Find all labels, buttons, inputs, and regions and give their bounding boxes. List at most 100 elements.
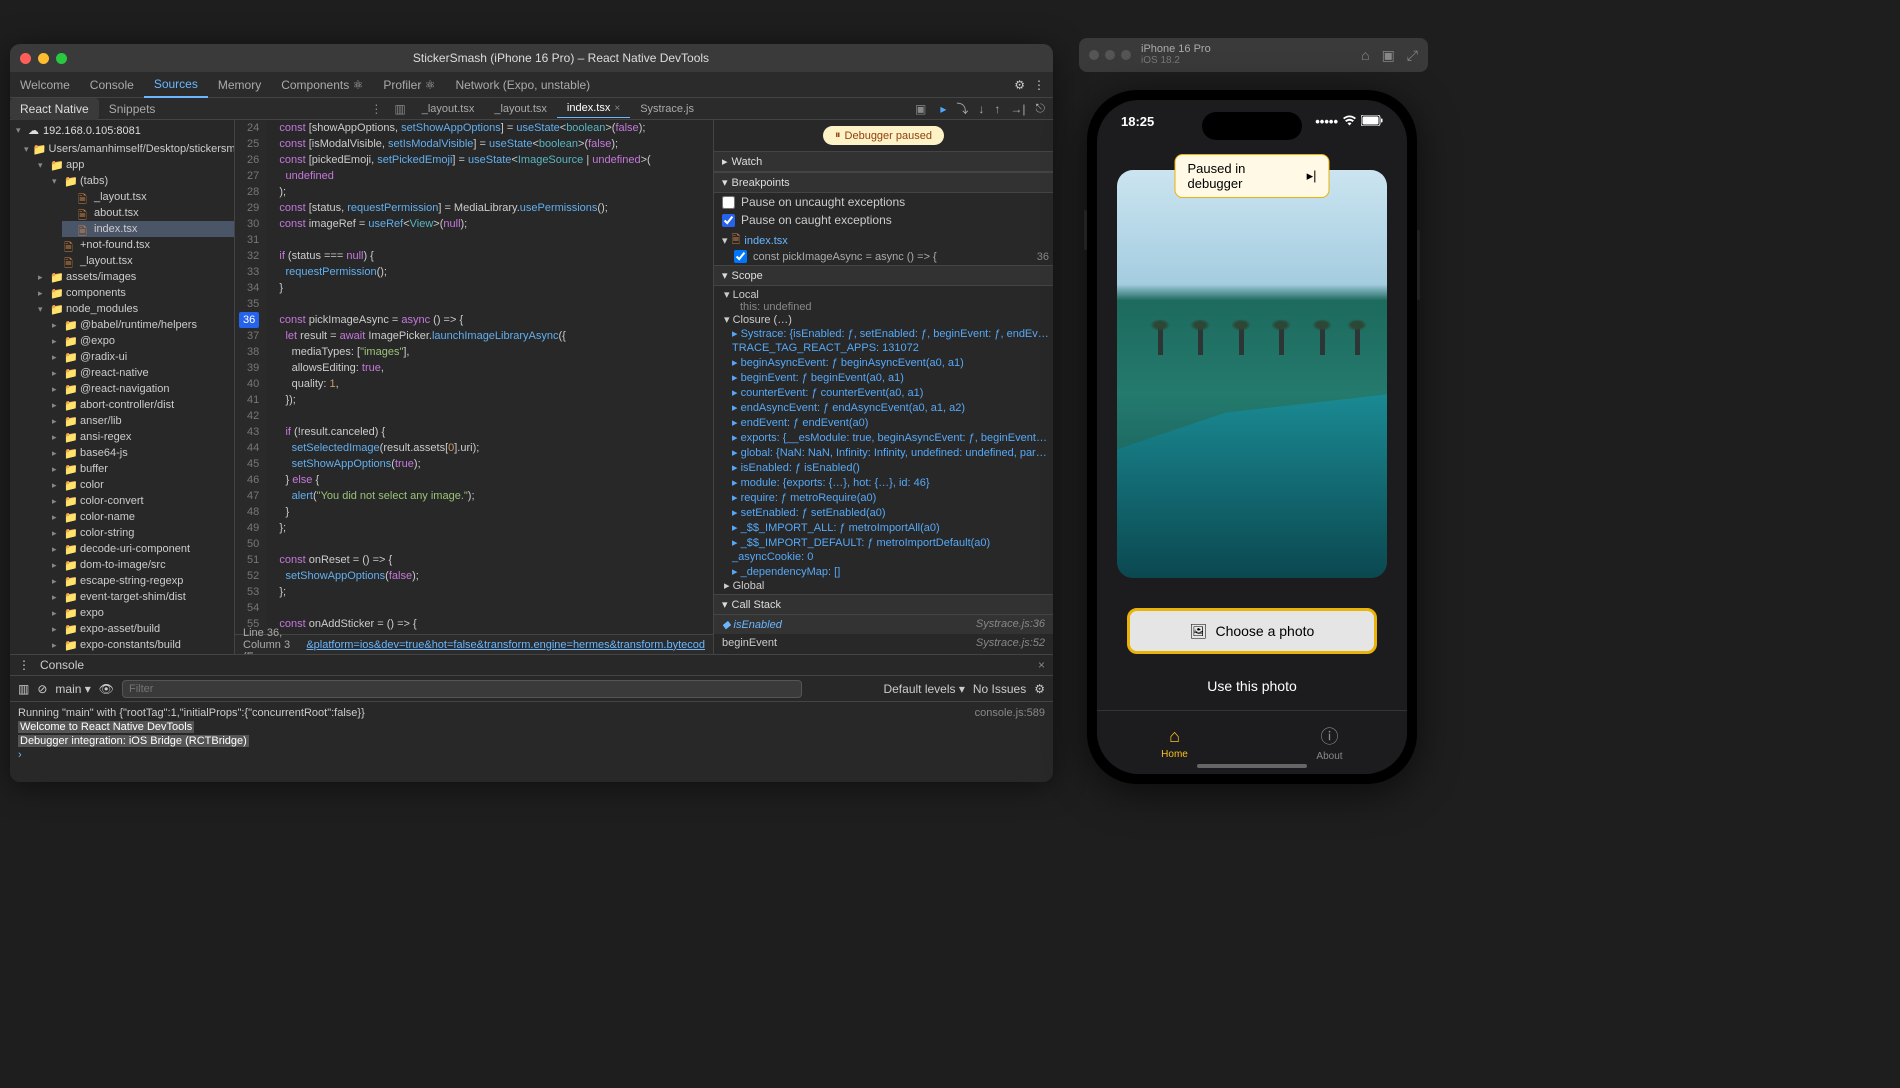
step-into-icon[interactable]: ↓ (978, 102, 984, 116)
scope-variable[interactable]: ▸ _$$_IMPORT_ALL: ƒ metroImportAll(a0) (718, 520, 1049, 535)
file-item[interactable]: about.tsx (94, 207, 139, 219)
line-gutter[interactable]: 2425262728293031323334353637383940414243… (235, 120, 267, 634)
kebab-icon[interactable]: ⋮ (18, 658, 30, 672)
tab-sources[interactable]: Sources (144, 72, 208, 98)
clear-console-icon[interactable]: ⊘ (37, 682, 47, 696)
file-item[interactable]: _layout.tsx (94, 191, 147, 203)
resume-icon[interactable]: ▸ (940, 102, 946, 116)
folder-item[interactable]: ▸📁expo (48, 605, 234, 621)
home-indicator[interactable] (1197, 764, 1307, 768)
scope-variable[interactable]: ▸ endEvent: ƒ endEvent(a0) (718, 415, 1049, 430)
folder-item[interactable]: ▸📁expo-constants/build (48, 637, 234, 653)
log-levels-dropdown[interactable]: Default levels ▾ (883, 682, 964, 696)
tab-welcome[interactable]: Welcome (10, 73, 80, 97)
kebab-icon[interactable]: ⋮ (1033, 78, 1045, 92)
close-icon[interactable]: × (1038, 658, 1045, 672)
eye-icon[interactable]: 👁 (99, 682, 114, 696)
folder-item[interactable]: ▸📁abort-controller/dist (48, 397, 234, 413)
tab-profiler[interactable]: Profiler ⚛ (373, 73, 445, 97)
folder-item[interactable]: node_modules (66, 303, 138, 315)
resume-icon[interactable]: ▸| (1307, 168, 1317, 184)
subtab-snippets[interactable]: Snippets (99, 98, 166, 120)
folder-item[interactable]: ▸📁color (48, 477, 234, 493)
scope-local[interactable]: Local (733, 289, 759, 301)
scope-variable[interactable]: ▸ Systrace: {isEnabled: ƒ, setEnabled: ƒ… (718, 326, 1049, 341)
window-controls[interactable] (20, 53, 67, 64)
screenshot-icon[interactable]: ▣ (1382, 47, 1395, 64)
scope-global[interactable]: Global (733, 580, 765, 592)
folder-item[interactable]: ▸📁color-convert (48, 493, 234, 509)
scope-variable[interactable]: ▸ counterEvent: ƒ counterEvent(a0, a1) (718, 385, 1049, 400)
subtab-react-native[interactable]: React Native (10, 98, 99, 120)
folder-item[interactable]: ▸📁expo-asset/build (48, 621, 234, 637)
editor-tab-layout2[interactable]: _layout.tsx (484, 100, 557, 118)
folder-item[interactable]: assets/images (66, 271, 136, 283)
editor-tab-index[interactable]: index.tsx× (557, 99, 630, 118)
section-callstack[interactable]: ▾Call Stack (714, 594, 1053, 615)
use-photo-button[interactable]: Use this photo (1097, 678, 1407, 694)
section-scope[interactable]: ▾Scope (714, 265, 1053, 286)
folder-item[interactable]: ▸📁@radix-ui (48, 349, 234, 365)
folder-project[interactable]: Users/amanhimself/Desktop/stickersmash (49, 143, 235, 155)
scope-variable[interactable]: ▸ beginAsyncEvent: ƒ beginAsyncEvent(a0,… (718, 355, 1049, 370)
folder-item[interactable]: ▸📁@expo (48, 333, 234, 349)
code-body[interactable]: const [showAppOptions, setShowAppOptions… (267, 120, 713, 634)
scope-variable[interactable]: ▸ endAsyncEvent: ƒ endAsyncEvent(a0, a1,… (718, 400, 1049, 415)
folder-item[interactable]: ▸📁ansi-regex (48, 429, 234, 445)
minimize-icon[interactable] (38, 53, 49, 64)
scope-variable[interactable]: ▸ setEnabled: ƒ setEnabled(a0) (718, 505, 1049, 520)
pause-caught-checkbox[interactable]: Pause on caught exceptions (714, 211, 1053, 229)
scope-variable[interactable]: ▸ _$$_IMPORT_DEFAULT: ƒ metroImportDefau… (718, 535, 1049, 550)
editor-tab-layout1[interactable]: _layout.tsx (412, 100, 485, 118)
context-selector[interactable]: main ▾ (55, 682, 90, 696)
folder-tabs[interactable]: (tabs) (80, 175, 108, 187)
step-out-icon[interactable]: ↑ (994, 102, 1000, 116)
tab-console[interactable]: Console (80, 73, 144, 97)
bp-file[interactable]: index.tsx (744, 235, 787, 247)
scope-closure[interactable]: Closure (…) (733, 314, 792, 326)
folder-item[interactable]: ▸📁anser/lib (48, 413, 234, 429)
gear-icon[interactable]: ⚙ (1034, 682, 1045, 696)
tab-memory[interactable]: Memory (208, 73, 271, 97)
folder-item[interactable]: ▸📁@babel/runtime/helpers (48, 317, 234, 333)
expand-icon[interactable]: ⤢ (1407, 47, 1418, 64)
step-over-icon[interactable]: ⤵ (956, 100, 968, 117)
source-link[interactable]: &platform=ios&dev=true&hot=false&transfo… (306, 639, 705, 651)
console-output[interactable]: Running "main" with {"rootTag":1,"initia… (10, 702, 1053, 782)
folder-item[interactable]: ▸📁color-name (48, 509, 234, 525)
scope-variable[interactable]: ▸ beginEvent: ƒ beginEvent(a0, a1) (718, 370, 1049, 385)
scope-variable[interactable]: ▸ exports: {__esModule: true, beginAsync… (718, 430, 1049, 445)
section-breakpoints[interactable]: ▾Breakpoints (714, 172, 1053, 193)
close-icon[interactable]: × (614, 103, 620, 114)
gear-icon[interactable]: ⚙ (1014, 78, 1025, 92)
show-navigator-icon[interactable]: ▥ (388, 102, 411, 116)
folder-item[interactable]: ▸📁escape-string-regexp (48, 573, 234, 589)
code-editor[interactable]: 2425262728293031323334353637383940414243… (235, 120, 713, 654)
folder-item[interactable]: components (66, 287, 126, 299)
scope-variable[interactable]: ▸ global: {NaN: NaN, Infinity: Infinity,… (718, 445, 1049, 460)
toggle-pane-icon[interactable]: ▣ (909, 102, 932, 116)
folder-item[interactable]: ▸📁dom-to-image/src (48, 557, 234, 573)
folder-item[interactable]: ▸📁@react-navigation (48, 381, 234, 397)
filter-input[interactable] (122, 680, 802, 698)
scope-variable[interactable]: ▸ module: {exports: {…}, hot: {…}, id: 4… (718, 475, 1049, 490)
folder-item[interactable]: ▸📁decode-uri-component (48, 541, 234, 557)
section-watch[interactable]: ▸Watch (714, 151, 1053, 172)
folder-item[interactable]: ▸📁event-target-shim/dist (48, 589, 234, 605)
scope-variable[interactable]: ▸ _dependencyMap: [] (718, 564, 1049, 579)
sidebar-toggle-icon[interactable]: ▥ (18, 682, 29, 696)
folder-app[interactable]: app (66, 159, 84, 171)
zoom-icon[interactable] (56, 53, 67, 64)
scope-variable[interactable]: ▸ require: ƒ metroRequire(a0) (718, 490, 1049, 505)
bp-checkbox[interactable] (734, 250, 747, 263)
editor-tab-systrace[interactable]: Systrace.js (630, 100, 704, 118)
home-icon[interactable]: ⌂ (1361, 47, 1369, 64)
scope-variable[interactable]: TRACE_TAG_REACT_APPS: 131072 (718, 341, 1049, 355)
file-item[interactable]: _layout.tsx (80, 255, 133, 267)
scope-variable[interactable]: ▸ isEnabled: ƒ isEnabled() (718, 460, 1049, 475)
callstack-frame[interactable]: beginEventSystrace.js:52 (714, 634, 1053, 652)
folder-item[interactable]: ▸📁base64-js (48, 445, 234, 461)
file-item[interactable]: +not-found.tsx (80, 239, 150, 251)
close-icon[interactable] (20, 53, 31, 64)
folder-item[interactable]: ▸📁buffer (48, 461, 234, 477)
